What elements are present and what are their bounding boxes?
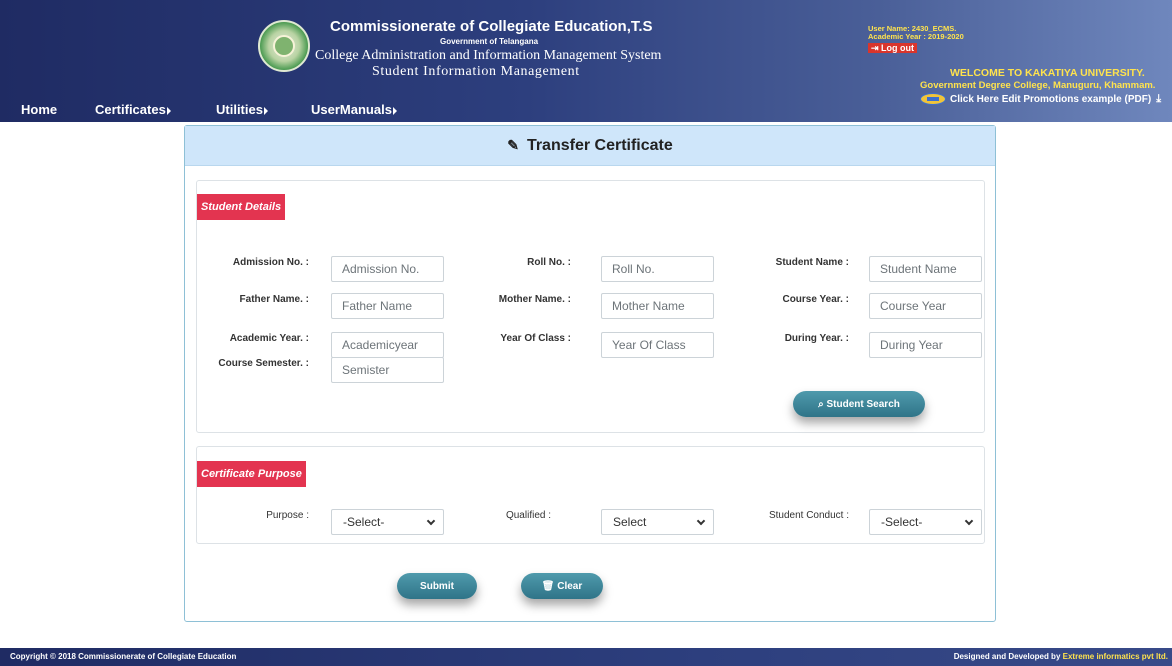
nav-usermanuals[interactable]: UserManuals xyxy=(311,102,397,117)
user-info: User Name: 2430_ECMS. Academic Year : 20… xyxy=(868,25,964,53)
app-header: Commissionerate of Collegiate Education,… xyxy=(0,0,1172,122)
search-icon: ⌕ xyxy=(818,398,827,410)
mother-name-input[interactable] xyxy=(601,293,714,319)
year-of-class-input[interactable] xyxy=(601,332,714,358)
header-system-name: College Administration and Information M… xyxy=(315,48,662,63)
telangana-emblem-logo xyxy=(258,20,310,72)
transfer-certificate-card: ✎ Transfer Certificate Student Details Ad… xyxy=(184,125,996,622)
academic-year-input[interactable] xyxy=(331,332,444,358)
submit-button[interactable]: Submit xyxy=(397,573,477,599)
during-year-label: During Year. : xyxy=(784,333,849,344)
logout-button[interactable]: ⇥ Log out xyxy=(868,43,918,53)
academic-year-label: Academic Year. : xyxy=(229,333,309,344)
student-name-label: Student Name : xyxy=(775,257,849,268)
developer-credit: Designed and Developed by Extreme inform… xyxy=(953,652,1168,661)
chevron-down-icon xyxy=(696,516,706,526)
copyright-text: Copyright © 2018 Commissionerate of Coll… xyxy=(10,652,237,661)
trash-icon: 🗑 xyxy=(541,580,558,592)
student-details-label: Student Details xyxy=(197,194,286,220)
year-of-class-label: Year Of Class : xyxy=(500,333,571,344)
admission-no-label: Admission No. : xyxy=(232,257,309,268)
purpose-select[interactable]: -Select- xyxy=(331,509,444,535)
student-details-panel: Student Details Admission No. : Roll No.… xyxy=(196,180,985,433)
developer-link[interactable]: Extreme informatics pvt ltd. xyxy=(1063,652,1168,661)
purpose-label: Purpose : xyxy=(266,510,309,521)
welcome-text: WELCOME TO KAKATIYA UNIVERSITY. xyxy=(950,67,1145,79)
nav-home[interactable]: Home xyxy=(21,102,57,117)
caret-right-icon xyxy=(392,106,397,115)
chevron-down-icon xyxy=(426,516,436,526)
course-semester-label: Course Semester. : xyxy=(218,358,309,369)
header-title: Commissionerate of Collegiate Education,… xyxy=(330,18,653,35)
pencil-icon: ✎ xyxy=(507,137,519,153)
certificate-purpose-label: Certificate Purpose xyxy=(197,461,306,487)
logout-icon: ⇥ xyxy=(871,43,882,53)
academic-year-text: Academic Year : 2019-2020 xyxy=(868,32,964,41)
chevron-down-icon xyxy=(964,516,974,526)
father-name-input[interactable] xyxy=(331,293,444,319)
student-search-button[interactable]: ⌕ Student Search xyxy=(793,391,925,417)
mother-name-label: Mother Name. : xyxy=(498,294,571,305)
course-semester-input[interactable] xyxy=(331,357,444,383)
roll-no-input[interactable] xyxy=(601,256,714,282)
during-year-input[interactable] xyxy=(869,332,982,358)
caret-right-icon xyxy=(166,106,171,115)
nav-certificates[interactable]: Certificates xyxy=(95,102,171,117)
student-conduct-select[interactable]: -Select- xyxy=(869,509,982,535)
student-name-input[interactable] xyxy=(869,256,982,282)
new-badge-icon xyxy=(920,93,946,106)
nav-utilities[interactable]: Utilities xyxy=(216,102,268,117)
college-name: Government Degree College, Manuguru, Kha… xyxy=(920,80,1156,91)
course-year-label: Course Year. : xyxy=(782,294,849,305)
qualified-select[interactable]: Select xyxy=(601,509,714,535)
father-name-label: Father Name. : xyxy=(239,294,309,305)
certificate-purpose-panel: Certificate Purpose Purpose : -Select- Q… xyxy=(196,446,985,544)
header-subsystem-name: Student Information Management xyxy=(372,64,580,79)
admission-no-input[interactable] xyxy=(331,256,444,282)
app-footer: Copyright © 2018 Commissionerate of Coll… xyxy=(0,648,1172,666)
promotions-pdf-link[interactable]: Click Here Edit Promotions example (PDF)… xyxy=(920,93,1161,106)
student-conduct-label: Student Conduct : xyxy=(768,510,849,521)
card-title: ✎ Transfer Certificate xyxy=(507,137,673,154)
clear-button[interactable]: 🗑 Clear xyxy=(521,573,603,599)
course-year-input[interactable] xyxy=(869,293,982,319)
header-government: Government of Telangana xyxy=(440,37,539,46)
download-icon: ⤓ xyxy=(1153,93,1162,105)
roll-no-label: Roll No. : xyxy=(527,257,571,268)
qualified-label: Qualified : xyxy=(505,510,551,521)
card-header: ✎ Transfer Certificate xyxy=(185,126,995,166)
caret-right-icon xyxy=(263,106,268,115)
